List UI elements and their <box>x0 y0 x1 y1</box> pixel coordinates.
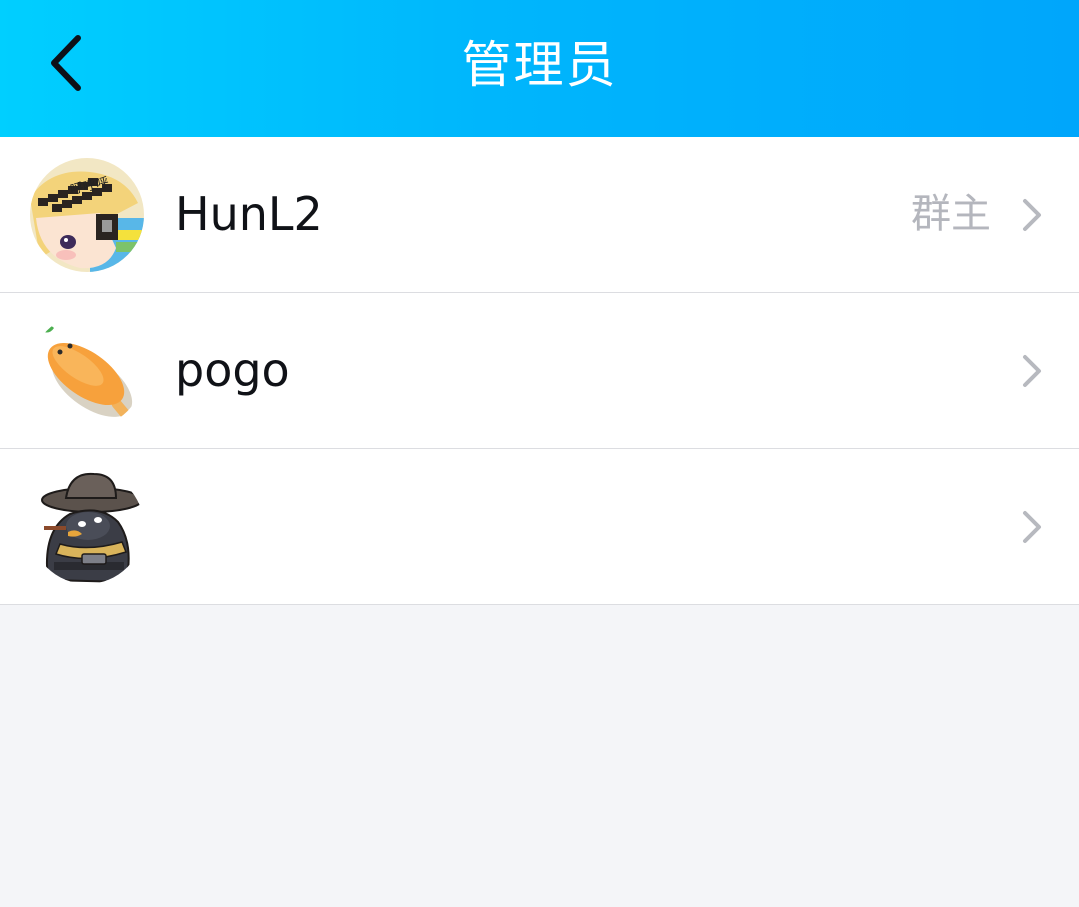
avatar[interactable] <box>30 470 144 584</box>
admin-list: 呼呼呼 HunL2 群主 pogo <box>0 137 1079 605</box>
chevron-right-icon <box>1019 353 1045 389</box>
avatar[interactable] <box>30 314 144 428</box>
chevron-right-icon <box>1019 509 1045 545</box>
chevron-right-icon <box>1019 197 1045 233</box>
anime-girl-avatar-icon: 呼呼呼 <box>30 158 144 272</box>
admin-name: HunL2 <box>175 187 323 241</box>
avatar[interactable]: 呼呼呼 <box>30 158 144 272</box>
cowboy-penguin-avatar-icon <box>30 470 144 584</box>
admin-name: pogo <box>175 343 290 397</box>
admin-row[interactable]: pogo <box>0 293 1079 449</box>
page-title: 管理员 <box>461 36 618 94</box>
top-bar: 管理员 <box>0 0 1079 137</box>
admin-row-owner[interactable]: 呼呼呼 HunL2 群主 <box>0 137 1079 293</box>
admin-row[interactable] <box>0 449 1079 605</box>
role-badge: 群主 <box>911 191 991 237</box>
orange-popsicle-avatar-icon <box>30 314 144 428</box>
